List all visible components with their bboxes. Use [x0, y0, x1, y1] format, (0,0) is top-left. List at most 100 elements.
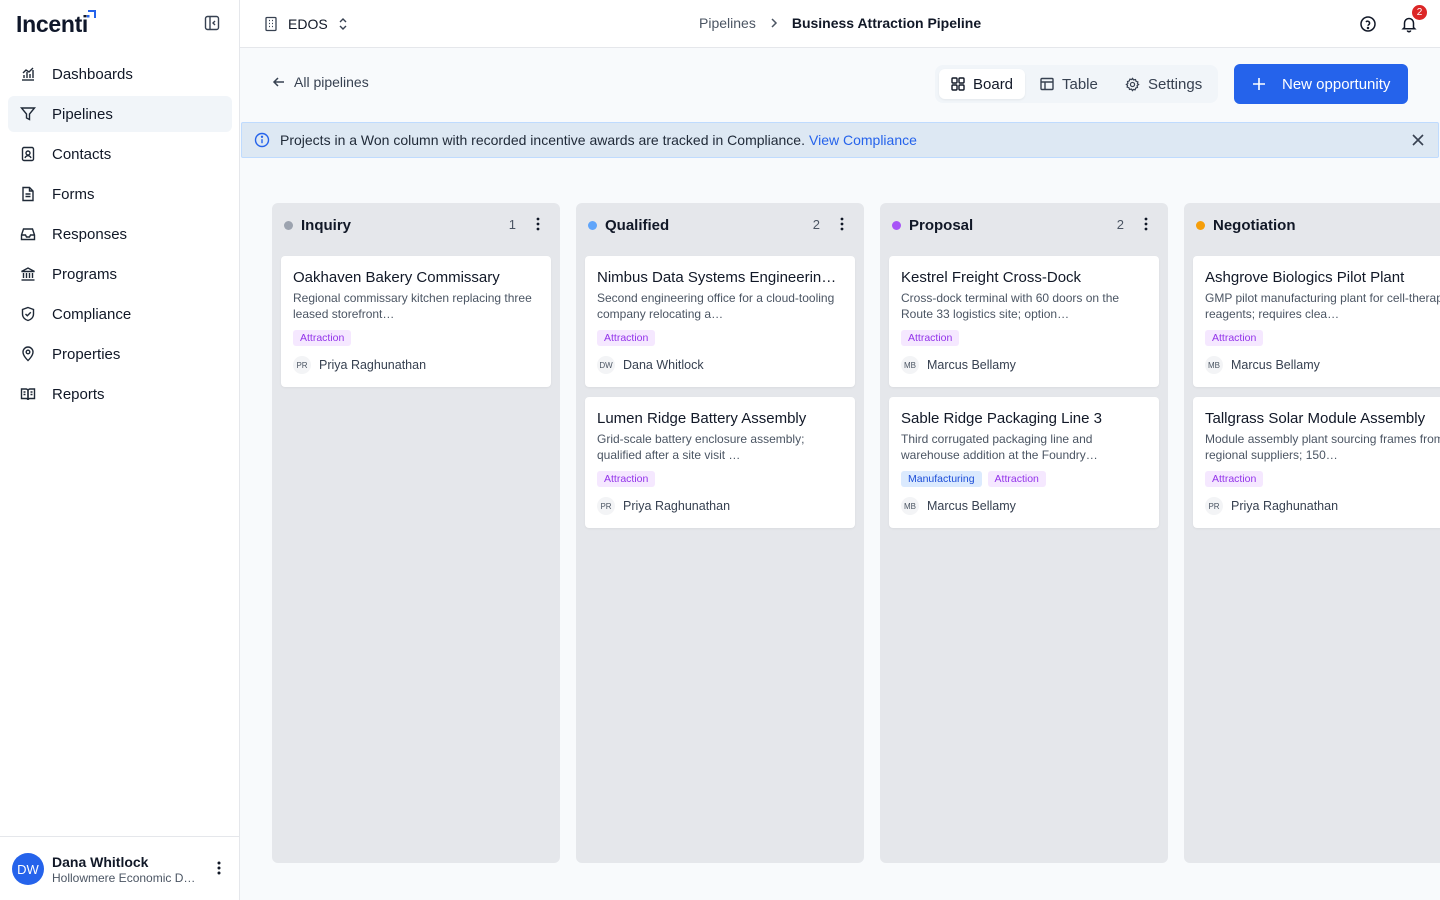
column-title: Proposal	[909, 216, 974, 234]
info-icon	[254, 132, 270, 148]
plus-icon	[1252, 77, 1282, 91]
sidebar-item-label: Properties	[52, 345, 121, 363]
sidebar-item-label: Compliance	[52, 305, 132, 323]
opportunity-card[interactable]: Sable Ridge Packaging Line 3 Third corru…	[889, 397, 1159, 528]
sidebar-item-programs[interactable]: Programs	[8, 256, 232, 292]
card-title: Kestrel Freight Cross-Dock	[901, 269, 1082, 286]
tab-table[interactable]: Table	[1028, 69, 1110, 99]
owner-name: Marcus Bellamy	[1231, 358, 1320, 372]
card-owner: MB Marcus Bellamy	[1205, 356, 1440, 374]
inbox-icon	[20, 226, 36, 242]
user-profile[interactable]: DW Dana Whitlock Hollowmere Economic Dev…	[0, 836, 239, 900]
column-title: Negotiation	[1213, 216, 1296, 234]
help-icon[interactable]	[1359, 15, 1377, 33]
collapse-sidebar-icon[interactable]	[204, 15, 222, 33]
sidebar-item-label: Responses	[52, 225, 128, 243]
column-count: 2	[1116, 217, 1124, 232]
kanban-board: Inquiry 1 Oakhaven Bakery Commissary Reg…	[240, 159, 1440, 900]
card-owner: DW Dana Whitlock	[597, 356, 843, 374]
sidebar-item-pipelines[interactable]: Pipelines	[8, 96, 232, 132]
table-icon	[1040, 77, 1062, 91]
sidebar-item-dashboards[interactable]: Dashboards	[8, 56, 232, 92]
shield-check-icon	[20, 306, 36, 322]
tab-settings[interactable]: Settings	[1113, 69, 1214, 99]
back-to-pipelines-link[interactable]: All pipelines	[272, 74, 369, 90]
sidebar-item-reports[interactable]: Reports	[8, 376, 232, 412]
back-link-label: All pipelines	[294, 74, 369, 90]
column-menu-icon[interactable]	[1144, 217, 1148, 231]
filter-icon	[20, 106, 36, 122]
sidebar-item-compliance[interactable]: Compliance	[8, 296, 232, 332]
tag-attraction: Attraction	[987, 471, 1046, 487]
compliance-notice-banner: Projects in a Won column with recorded i…	[241, 122, 1439, 158]
org-switcher[interactable]: EDOS	[264, 14, 348, 34]
opportunity-card[interactable]: Tallgrass Solar Module Assembly Module a…	[1193, 397, 1440, 528]
map-pin-icon	[20, 346, 36, 362]
avatar: MB	[901, 356, 919, 374]
opportunity-card[interactable]: Oakhaven Bakery Commissary Regional comm…	[281, 256, 551, 387]
tag-attraction: Attraction	[1205, 330, 1264, 346]
sidebar-item-label: Contacts	[52, 145, 112, 163]
opportunity-card[interactable]: Nimbus Data Systems Engineering Office S…	[585, 256, 855, 387]
card-title: Lumen Ridge Battery Assembly	[597, 410, 807, 427]
owner-name: Marcus Bellamy	[927, 499, 1016, 513]
sidebar-item-label: Programs	[52, 265, 118, 283]
top-bar: EDOS Pipelines Business Attraction Pipel…	[240, 0, 1440, 48]
sidebar-item-forms[interactable]: Forms	[8, 176, 232, 212]
avatar: DW	[597, 356, 615, 374]
opportunity-card[interactable]: Kestrel Freight Cross-Dock Cross-dock te…	[889, 256, 1159, 387]
gear-icon	[1125, 76, 1148, 92]
column-header: Qualified 2	[588, 216, 852, 234]
avatar: PR	[1205, 497, 1223, 515]
card-owner: MB Marcus Bellamy	[901, 497, 1147, 515]
card-owner: PR Priya Raghunathan	[293, 356, 539, 374]
sidebar-item-responses[interactable]: Responses	[8, 216, 232, 252]
card-description: Second engineering office for a cloud-to…	[597, 291, 835, 321]
sidebar-item-properties[interactable]: Properties	[8, 336, 232, 372]
tab-label: Table	[1062, 75, 1098, 93]
document-icon	[20, 186, 36, 202]
column-menu-icon[interactable]	[840, 217, 844, 231]
status-dot	[284, 220, 293, 230]
column-menu-icon[interactable]	[536, 217, 540, 231]
card-description: Module assembly plant sourcing frames fr…	[1205, 432, 1440, 462]
grid-icon	[951, 77, 973, 91]
avatar: PR	[293, 356, 311, 374]
tag-manufacturing: Manufacturing	[901, 471, 982, 487]
owner-name: Priya Raghunathan	[319, 358, 427, 372]
new-opportunity-button[interactable]: New opportunity	[1234, 64, 1408, 104]
card-owner: PR Priya Raghunathan	[1205, 497, 1440, 515]
sidebar-item-label: Reports	[52, 385, 105, 403]
card-title: Oakhaven Bakery Commissary	[293, 269, 500, 286]
column-header: Proposal 2	[892, 216, 1156, 234]
column-title: Qualified	[605, 216, 670, 234]
opportunity-card[interactable]: Ashgrove Biologics Pilot Plant GMP pilot…	[1193, 256, 1440, 387]
column-header: Negotiation 2	[1196, 216, 1440, 234]
avatar: DW	[12, 853, 44, 885]
column-qualified: Qualified 2 Nimbus Data Systems Engineer…	[576, 203, 864, 863]
view-compliance-link[interactable]: View Compliance	[809, 132, 917, 148]
logo-arrow-icon	[86, 9, 97, 20]
user-org: Hollowmere Economic Development Office	[52, 871, 197, 885]
book-open-icon	[20, 386, 36, 402]
tag-attraction: Attraction	[293, 330, 352, 346]
sidebar-item-contacts[interactable]: Contacts	[8, 136, 232, 172]
status-dot	[1196, 220, 1205, 230]
bar-chart-icon	[20, 66, 36, 82]
status-dot	[588, 220, 597, 230]
tag-attraction: Attraction	[1205, 471, 1264, 487]
more-vertical-icon[interactable]	[217, 861, 221, 875]
avatar: PR	[597, 497, 615, 515]
opportunity-card[interactable]: Lumen Ridge Battery Assembly Grid-scale …	[585, 397, 855, 528]
card-tags: Manufacturing Attraction	[901, 471, 1147, 487]
avatar: MB	[1205, 356, 1223, 374]
breadcrumb-pipelines[interactable]: Pipelines	[699, 15, 756, 31]
close-icon[interactable]	[1412, 134, 1424, 146]
card-description: GMP pilot manufacturing plant for cell-t…	[1205, 291, 1440, 321]
tab-board[interactable]: Board	[939, 69, 1026, 99]
view-switcher: Board Table Settings	[935, 65, 1218, 103]
card-tags: Attraction	[293, 330, 539, 346]
avatar: MB	[901, 497, 919, 515]
breadcrumb: Pipelines Business Attraction Pipeline	[699, 15, 981, 31]
column-inquiry: Inquiry 1 Oakhaven Bakery Commissary Reg…	[272, 203, 560, 863]
